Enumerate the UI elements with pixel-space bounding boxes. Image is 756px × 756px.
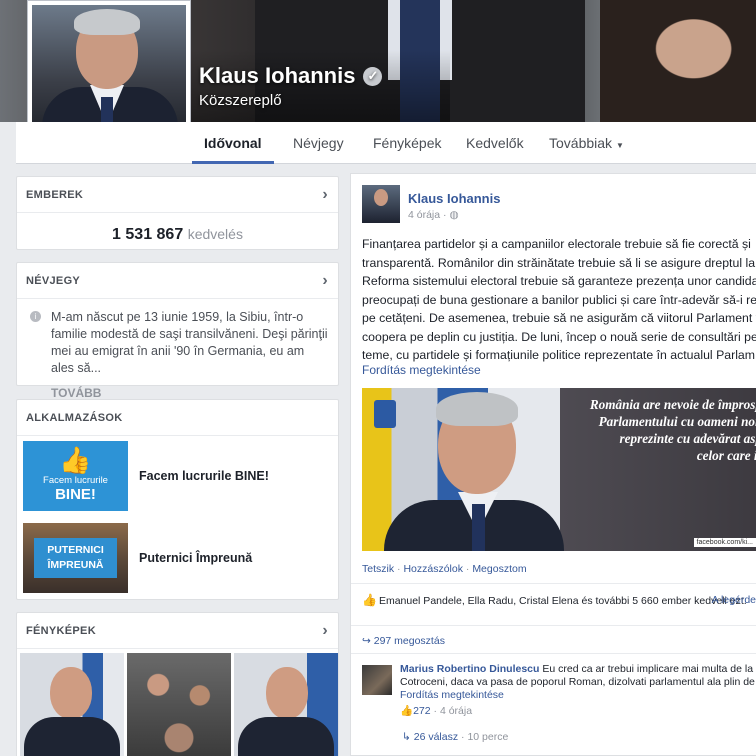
comment-likes[interactable]: 272 [413, 705, 431, 717]
chevron-right-icon[interactable]: › [322, 177, 328, 213]
comment-text-1: Eu cred ca ar trebui implicare mai multa… [542, 663, 754, 675]
likes-count: 1 531 867 [112, 226, 184, 243]
app-thumbnail: PUTERNICI ÎMPREUNĂ [23, 523, 128, 593]
comment-translate-link[interactable]: Fordítás megtekintése [400, 689, 756, 702]
author-avatar[interactable] [362, 185, 400, 223]
photos-card: FÉNYKÉPEK › [16, 612, 339, 756]
share-link[interactable]: Megosztom [472, 563, 526, 575]
reply-arrow-icon: ↳ [402, 731, 411, 743]
comment-time[interactable]: 4 órája [440, 705, 472, 717]
apps-heading: ALKALMAZÁSOK [17, 400, 338, 436]
caret-down-icon: ▼ [616, 141, 624, 150]
chevron-right-icon[interactable]: › [322, 263, 328, 299]
comment-text-2: Cotroceni, daca va pasa de poporul Roman… [400, 676, 756, 688]
about-card: NÉVJEGY › i M-am născut pe 13 iunie 1959,… [16, 262, 339, 400]
comment-author[interactable]: Marius Robertino Dinulescu [400, 663, 539, 675]
apps-card: ALKALMAZÁSOK 👍 Facem lucrurile BINE! Fac… [16, 399, 339, 600]
coat-of-arms-icon [374, 400, 396, 428]
tab-about[interactable]: Névjegy [281, 122, 356, 164]
page-category: Közszereplő [199, 92, 282, 109]
page-tabs: Idővonal Névjegy Fényképek Kedvelők Tová… [16, 122, 756, 164]
share-arrow-icon: ↪ [362, 635, 371, 647]
app-label: Facem lucrurile BINE! [139, 469, 269, 483]
shares-count[interactable]: ↪ 297 megosztás [362, 635, 445, 647]
app-thumbnail: 👍 Facem lucrurile BINE! [23, 441, 128, 511]
post-actions: Tetszik · Hozzászólok · Megosztom [362, 563, 527, 575]
photo-thumbnail[interactable] [20, 653, 124, 756]
post-meta: 4 órája · ◍ [408, 209, 459, 221]
info-icon: i [30, 311, 41, 322]
about-heading[interactable]: NÉVJEGY › [17, 263, 338, 299]
post-text: Finanțarea partidelor și a campaniilor e… [362, 237, 756, 362]
comment-link[interactable]: Hozzászólok [403, 563, 463, 575]
verified-badge-icon: ✓ [363, 66, 383, 86]
commenter-avatar[interactable] [362, 665, 392, 695]
app-item-puternici[interactable]: PUTERNICI ÎMPREUNĂ Puternici Împreună [23, 522, 252, 594]
tab-more[interactable]: Továbbiak ▼ [537, 122, 636, 164]
likes-label: kedvelés [187, 226, 243, 242]
about-text: i M-am născut pe 13 iunie 1959, la Sibiu… [17, 299, 338, 377]
app-item-facem[interactable]: 👍 Facem lucrurile BINE! Facem lucrurile … [23, 440, 269, 512]
likers-summary[interactable]: 👍 Emanuel Pandele, Ella Radu, Cristal Ele… [362, 594, 756, 608]
post-image[interactable]: România are nevoie de împrosp Parlamentu… [362, 388, 756, 551]
photos-heading[interactable]: FÉNYKÉPEK › [17, 613, 338, 649]
people-card: EMBEREK › 1 531 867 kedvelés [16, 176, 339, 250]
app-label: Puternici Împreună [139, 551, 253, 565]
people-heading[interactable]: EMBEREK › [17, 177, 338, 213]
tab-photos[interactable]: Fényképek [361, 122, 453, 164]
page-name[interactable]: Klaus Iohannis ✓ [199, 63, 383, 89]
tab-more-label: Továbbiak [549, 135, 613, 151]
most-relevant-link[interactable]: A legérde [712, 594, 756, 607]
photo-thumbnail[interactable] [127, 653, 231, 756]
image-quote: România are nevoie de împrosp Parlamentu… [589, 397, 756, 463]
thumbs-up-icon: 👍 [59, 445, 92, 475]
likes-summary[interactable]: 1 531 867 kedvelés [17, 213, 338, 244]
tab-likes[interactable]: Kedvelők [454, 122, 536, 164]
post-author[interactable]: Klaus Iohannis [408, 191, 500, 206]
chevron-right-icon[interactable]: › [322, 613, 328, 649]
thumbs-up-icon: 👍 [362, 593, 377, 607]
tab-timeline[interactable]: Idővonal [192, 122, 274, 164]
photo-thumbnail[interactable] [234, 653, 338, 756]
image-credit: facebook.com/ki... [693, 538, 756, 547]
replies-link[interactable]: ↳ 26 válasz · 10 perce [402, 731, 508, 743]
post-time[interactable]: 4 órája [408, 209, 440, 221]
about-more-link[interactable]: TOVÁBB [17, 377, 338, 400]
page-name-text[interactable]: Klaus Iohannis [199, 63, 355, 89]
globe-icon: ◍ [449, 209, 459, 221]
thumbs-up-icon: 👍 [400, 705, 414, 717]
like-link[interactable]: Tetszik [362, 563, 394, 575]
timeline-post: Klaus Iohannis 4 órája · ◍ Finanțarea pa… [350, 173, 756, 756]
see-translation-link[interactable]: Fordítás megtekintése [362, 363, 481, 377]
